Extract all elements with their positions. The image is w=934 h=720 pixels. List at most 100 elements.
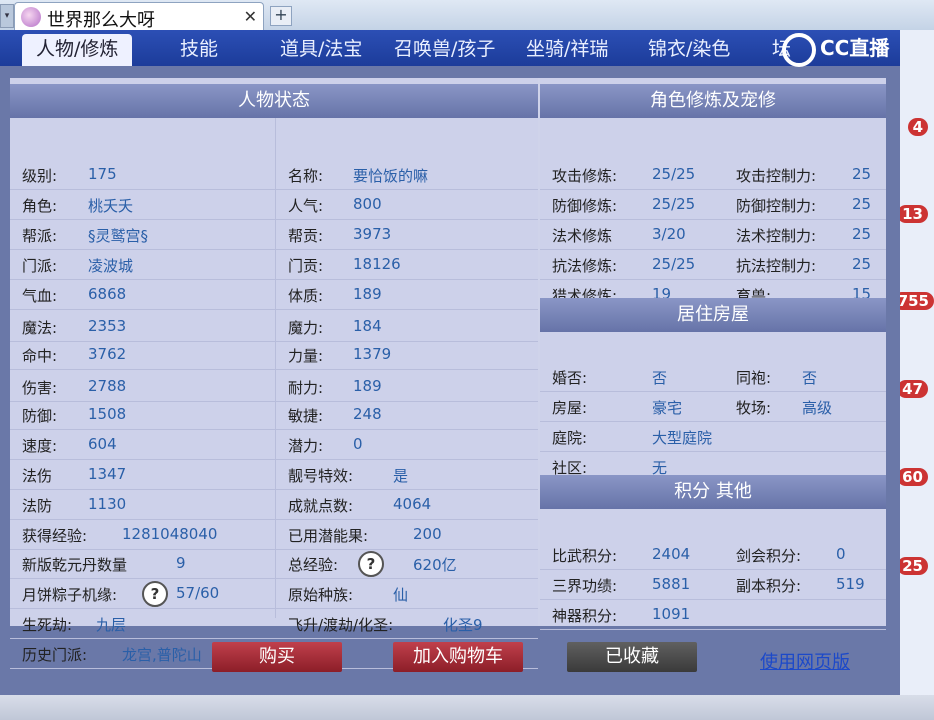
column-divider	[275, 118, 276, 618]
bottom-bar	[0, 695, 934, 720]
row-divider	[540, 391, 886, 392]
housing-label: 庭院:	[552, 429, 588, 447]
status-value: 6868	[88, 285, 127, 303]
status-value: 1130	[88, 495, 127, 513]
row-divider	[540, 219, 886, 220]
status-label: 门派:	[22, 257, 58, 275]
status-label: 人气:	[288, 197, 324, 215]
status-value: 2788	[88, 377, 127, 395]
right-panel: 角色修炼及宠修 攻击修炼: 25/25 攻击控制力: 25 防御修炼: 25/25 防御控制…	[540, 78, 886, 630]
row-divider	[10, 519, 538, 520]
tab-mounts[interactable]: 坐骑/祥瑞	[512, 34, 622, 66]
status-value: 800	[353, 195, 382, 213]
status-label: 原始种族:	[288, 586, 354, 604]
status-label: 生死劫:	[22, 616, 73, 634]
new-tab-button[interactable]: +	[270, 6, 292, 26]
buy-button[interactable]: 购买	[212, 642, 342, 672]
status-value: 化圣9	[443, 616, 483, 634]
status-label: 获得经验:	[22, 527, 88, 545]
close-icon[interactable]: ✕	[244, 7, 257, 26]
status-label: 魔法:	[22, 319, 58, 337]
points-label: 神器积分:	[552, 607, 618, 625]
housing-value: 高级	[802, 399, 833, 417]
status-label: 新版乾元丹数量	[22, 556, 128, 574]
row-divider	[540, 189, 886, 190]
count-badge: 4	[907, 118, 928, 136]
points-value: 1091	[652, 605, 691, 623]
points-label: 副本积分:	[736, 577, 802, 595]
row-divider	[10, 309, 538, 310]
add-to-cart-button[interactable]: 加入购物车	[393, 642, 523, 672]
status-label: 力量:	[288, 347, 324, 365]
status-label: 法防	[22, 497, 53, 515]
status-label: 气血:	[22, 287, 58, 305]
status-label: 已用潜能果:	[288, 527, 369, 545]
status-label: 敏捷:	[288, 407, 324, 425]
points-value: 5881	[652, 575, 691, 593]
count-badge: 25	[897, 557, 928, 575]
count-badge: 13	[897, 205, 928, 223]
cultivation-value: 3/20	[652, 225, 686, 243]
points-label: 剑会积分:	[736, 547, 802, 565]
cultivation-label: 法术控制力:	[736, 227, 817, 245]
cultivation-label: 攻击修炼:	[552, 167, 618, 185]
side-list: 4 13 755 47 60 25	[892, 30, 934, 695]
status-value: 1347	[88, 465, 127, 483]
row-divider	[540, 249, 886, 250]
character-window: 人物/修炼 技能 道具/法宝 召唤兽/孩子 坐骑/祥瑞 锦衣/染色 坛 CC直播…	[0, 30, 900, 695]
status-value: 龙宫,普陀山	[122, 646, 202, 664]
status-value: 要恰饭的嘛	[353, 167, 429, 185]
tab-scroll-arrow[interactable]: ▾	[0, 4, 14, 28]
tab-character[interactable]: 人物/修炼	[22, 34, 133, 66]
housing-value: 否	[652, 369, 668, 387]
status-value: 1508	[88, 405, 127, 423]
favorited-button[interactable]: 已收藏	[567, 642, 697, 672]
tab-items[interactable]: 道具/法宝	[266, 34, 376, 66]
web-version-link[interactable]: 使用网页版	[760, 648, 850, 674]
row-divider	[540, 279, 886, 280]
cultivation-value: 25/25	[652, 165, 696, 183]
cultivation-value: 25	[852, 225, 872, 243]
status-label: 潜力:	[288, 437, 324, 455]
row-divider	[10, 189, 538, 190]
status-value: 248	[353, 405, 382, 423]
row-divider	[10, 279, 538, 280]
status-label: 体质:	[288, 287, 324, 305]
status-value: 是	[393, 467, 409, 485]
browser-tab[interactable]: 世界那么大呀 ✕	[14, 2, 264, 31]
status-value: 175	[88, 165, 117, 183]
cultivation-label: 攻击控制力:	[736, 167, 817, 185]
help-icon[interactable]: ?	[358, 551, 384, 577]
tab-pets[interactable]: 召唤兽/孩子	[380, 34, 509, 66]
status-value: 凌波城	[88, 257, 134, 275]
housing-label: 房屋:	[552, 399, 588, 417]
row-divider	[10, 608, 538, 609]
status-label: 角色:	[22, 197, 58, 215]
row-divider	[540, 629, 886, 630]
housing-value: 否	[802, 369, 818, 387]
row-divider	[10, 638, 538, 639]
row-divider	[10, 578, 538, 579]
status-value: 189	[353, 377, 382, 395]
help-icon[interactable]: ?	[142, 581, 168, 607]
status-label: 总经验:	[288, 556, 339, 574]
status-value: 桃夭夭	[88, 197, 134, 215]
brand-logo: CC直播	[782, 32, 889, 67]
tab-outfits[interactable]: 锦衣/染色	[634, 34, 744, 66]
cultivation-value: 25/25	[652, 195, 696, 213]
status-value: 620亿	[413, 556, 457, 574]
row-divider	[10, 459, 538, 460]
housing-label: 婚否:	[552, 369, 588, 387]
row-divider	[10, 429, 538, 430]
tab-skills[interactable]: 技能	[166, 34, 232, 66]
status-value: 184	[353, 317, 382, 335]
status-value: 4064	[393, 495, 432, 513]
row-divider	[10, 341, 538, 342]
status-label: 飞升/渡劫/化圣:	[288, 616, 394, 634]
points-label: 比武积分:	[552, 547, 618, 565]
cultivation-value: 25/25	[652, 255, 696, 273]
count-badge: 47	[897, 380, 928, 398]
status-label: 法伤	[22, 467, 53, 485]
row-divider	[10, 549, 538, 550]
row-divider	[10, 369, 538, 370]
